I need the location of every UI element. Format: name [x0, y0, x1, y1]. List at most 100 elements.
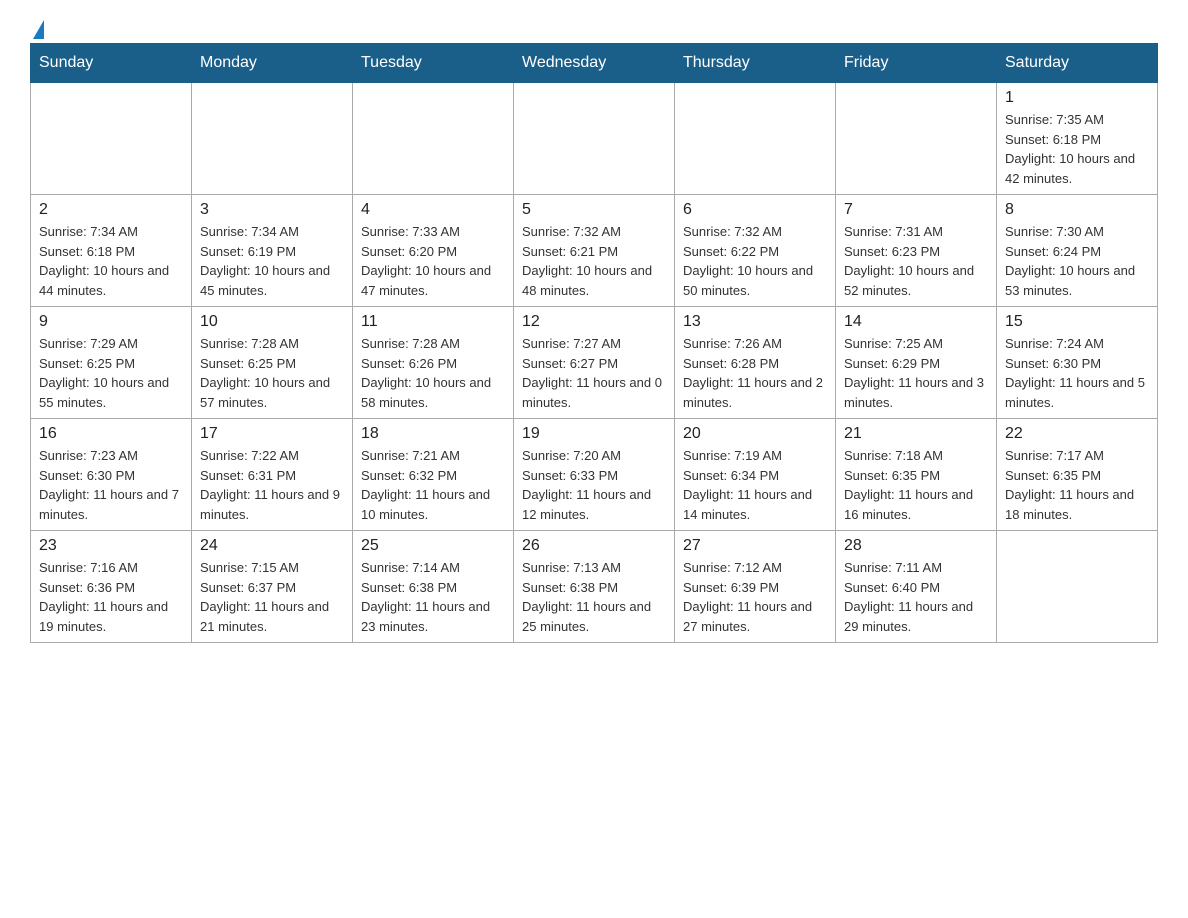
day-info: Sunrise: 7:33 AMSunset: 6:20 PMDaylight:…	[361, 222, 505, 300]
calendar-cell: 17 Sunrise: 7:22 AMSunset: 6:31 PMDayligh…	[192, 419, 353, 531]
day-number: 12	[522, 313, 666, 331]
calendar-cell: 23 Sunrise: 7:16 AMSunset: 6:36 PMDayligh…	[31, 531, 192, 643]
calendar-cell: 26 Sunrise: 7:13 AMSunset: 6:38 PMDayligh…	[514, 531, 675, 643]
day-number: 22	[1005, 425, 1149, 443]
day-info: Sunrise: 7:31 AMSunset: 6:23 PMDaylight:…	[844, 222, 988, 300]
calendar-cell	[353, 83, 514, 195]
day-info: Sunrise: 7:17 AMSunset: 6:35 PMDaylight:…	[1005, 446, 1149, 524]
calendar-cell: 27 Sunrise: 7:12 AMSunset: 6:39 PMDayligh…	[675, 531, 836, 643]
day-number: 3	[200, 201, 344, 219]
day-number: 5	[522, 201, 666, 219]
day-info: Sunrise: 7:34 AMSunset: 6:19 PMDaylight:…	[200, 222, 344, 300]
day-info: Sunrise: 7:28 AMSunset: 6:26 PMDaylight:…	[361, 334, 505, 412]
day-info: Sunrise: 7:35 AMSunset: 6:18 PMDaylight:…	[1005, 110, 1149, 188]
day-number: 4	[361, 201, 505, 219]
day-number: 10	[200, 313, 344, 331]
calendar-cell: 25 Sunrise: 7:14 AMSunset: 6:38 PMDayligh…	[353, 531, 514, 643]
day-info: Sunrise: 7:11 AMSunset: 6:40 PMDaylight:…	[844, 558, 988, 636]
calendar-cell: 6 Sunrise: 7:32 AMSunset: 6:22 PMDaylight…	[675, 195, 836, 307]
day-number: 16	[39, 425, 183, 443]
week-row-3: 9 Sunrise: 7:29 AMSunset: 6:25 PMDaylight…	[31, 307, 1158, 419]
week-row-2: 2Sunrise: 7:34 AMSunset: 6:18 PMDaylight…	[31, 195, 1158, 307]
calendar-cell: 1 Sunrise: 7:35 AMSunset: 6:18 PMDaylight…	[997, 83, 1158, 195]
header-saturday: Saturday	[997, 44, 1158, 83]
calendar-cell: 18 Sunrise: 7:21 AMSunset: 6:32 PMDayligh…	[353, 419, 514, 531]
calendar-table: Sunday Monday Tuesday Wednesday Thursday…	[30, 43, 1158, 643]
day-number: 19	[522, 425, 666, 443]
weekday-header-row: Sunday Monday Tuesday Wednesday Thursday…	[31, 44, 1158, 83]
calendar-cell: 20 Sunrise: 7:19 AMSunset: 6:34 PMDayligh…	[675, 419, 836, 531]
day-info: Sunrise: 7:23 AMSunset: 6:30 PMDaylight:…	[39, 446, 183, 524]
calendar-cell: 19 Sunrise: 7:20 AMSunset: 6:33 PMDayligh…	[514, 419, 675, 531]
calendar-cell: 2Sunrise: 7:34 AMSunset: 6:18 PMDaylight…	[31, 195, 192, 307]
day-number: 24	[200, 537, 344, 555]
day-number: 17	[200, 425, 344, 443]
logo	[30, 20, 44, 33]
header-sunday: Sunday	[31, 44, 192, 83]
day-info: Sunrise: 7:28 AMSunset: 6:25 PMDaylight:…	[200, 334, 344, 412]
day-number: 20	[683, 425, 827, 443]
day-info: Sunrise: 7:16 AMSunset: 6:36 PMDaylight:…	[39, 558, 183, 636]
day-number: 9	[39, 313, 183, 331]
calendar-cell: 11 Sunrise: 7:28 AMSunset: 6:26 PMDayligh…	[353, 307, 514, 419]
week-row-4: 16 Sunrise: 7:23 AMSunset: 6:30 PMDayligh…	[31, 419, 1158, 531]
day-number: 27	[683, 537, 827, 555]
calendar-cell: 22 Sunrise: 7:17 AMSunset: 6:35 PMDayligh…	[997, 419, 1158, 531]
day-info: Sunrise: 7:20 AMSunset: 6:33 PMDaylight:…	[522, 446, 666, 524]
day-info: Sunrise: 7:29 AMSunset: 6:25 PMDaylight:…	[39, 334, 183, 412]
calendar-cell: 12 Sunrise: 7:27 AMSunset: 6:27 PMDayligh…	[514, 307, 675, 419]
calendar-cell	[31, 83, 192, 195]
day-number: 2	[39, 201, 183, 219]
header-wednesday: Wednesday	[514, 44, 675, 83]
calendar-cell: 4 Sunrise: 7:33 AMSunset: 6:20 PMDaylight…	[353, 195, 514, 307]
calendar-cell: 21Sunrise: 7:18 AMSunset: 6:35 PMDayligh…	[836, 419, 997, 531]
header-tuesday: Tuesday	[353, 44, 514, 83]
day-number: 6	[683, 201, 827, 219]
calendar-cell: 7 Sunrise: 7:31 AMSunset: 6:23 PMDaylight…	[836, 195, 997, 307]
day-info: Sunrise: 7:14 AMSunset: 6:38 PMDaylight:…	[361, 558, 505, 636]
day-number: 11	[361, 313, 505, 331]
day-info: Sunrise: 7:21 AMSunset: 6:32 PMDaylight:…	[361, 446, 505, 524]
calendar-cell: 28 Sunrise: 7:11 AMSunset: 6:40 PMDayligh…	[836, 531, 997, 643]
day-info: Sunrise: 7:25 AMSunset: 6:29 PMDaylight:…	[844, 334, 988, 412]
day-number: 14	[844, 313, 988, 331]
week-row-5: 23 Sunrise: 7:16 AMSunset: 6:36 PMDayligh…	[31, 531, 1158, 643]
day-number: 21	[844, 425, 988, 443]
day-number: 18	[361, 425, 505, 443]
calendar-cell: 9 Sunrise: 7:29 AMSunset: 6:25 PMDaylight…	[31, 307, 192, 419]
calendar-cell: 8 Sunrise: 7:30 AMSunset: 6:24 PMDaylight…	[997, 195, 1158, 307]
day-info: Sunrise: 7:15 AMSunset: 6:37 PMDaylight:…	[200, 558, 344, 636]
day-number: 28	[844, 537, 988, 555]
calendar-cell: 24 Sunrise: 7:15 AMSunset: 6:37 PMDayligh…	[192, 531, 353, 643]
calendar-cell: 13Sunrise: 7:26 AMSunset: 6:28 PMDayligh…	[675, 307, 836, 419]
day-info: Sunrise: 7:12 AMSunset: 6:39 PMDaylight:…	[683, 558, 827, 636]
day-info: Sunrise: 7:19 AMSunset: 6:34 PMDaylight:…	[683, 446, 827, 524]
header-friday: Friday	[836, 44, 997, 83]
day-info: Sunrise: 7:22 AMSunset: 6:31 PMDaylight:…	[200, 446, 344, 524]
day-info: Sunrise: 7:13 AMSunset: 6:38 PMDaylight:…	[522, 558, 666, 636]
day-number: 25	[361, 537, 505, 555]
calendar-cell: 14 Sunrise: 7:25 AMSunset: 6:29 PMDayligh…	[836, 307, 997, 419]
header-monday: Monday	[192, 44, 353, 83]
calendar-cell: 16 Sunrise: 7:23 AMSunset: 6:30 PMDayligh…	[31, 419, 192, 531]
day-number: 13	[683, 313, 827, 331]
day-number: 7	[844, 201, 988, 219]
day-info: Sunrise: 7:30 AMSunset: 6:24 PMDaylight:…	[1005, 222, 1149, 300]
day-info: Sunrise: 7:32 AMSunset: 6:21 PMDaylight:…	[522, 222, 666, 300]
calendar-cell	[514, 83, 675, 195]
calendar-cell: 5 Sunrise: 7:32 AMSunset: 6:21 PMDaylight…	[514, 195, 675, 307]
day-number: 26	[522, 537, 666, 555]
calendar-cell	[836, 83, 997, 195]
week-row-1: 1 Sunrise: 7:35 AMSunset: 6:18 PMDaylight…	[31, 83, 1158, 195]
day-number: 23	[39, 537, 183, 555]
logo-triangle-icon	[33, 20, 44, 39]
calendar-cell: 3 Sunrise: 7:34 AMSunset: 6:19 PMDaylight…	[192, 195, 353, 307]
calendar-cell	[675, 83, 836, 195]
calendar-cell: 15Sunrise: 7:24 AMSunset: 6:30 PMDayligh…	[997, 307, 1158, 419]
day-info: Sunrise: 7:27 AMSunset: 6:27 PMDaylight:…	[522, 334, 666, 412]
day-info: Sunrise: 7:32 AMSunset: 6:22 PMDaylight:…	[683, 222, 827, 300]
day-info: Sunrise: 7:24 AMSunset: 6:30 PMDaylight:…	[1005, 334, 1149, 412]
page-header	[30, 20, 1158, 33]
day-number: 8	[1005, 201, 1149, 219]
day-number: 1	[1005, 89, 1149, 107]
